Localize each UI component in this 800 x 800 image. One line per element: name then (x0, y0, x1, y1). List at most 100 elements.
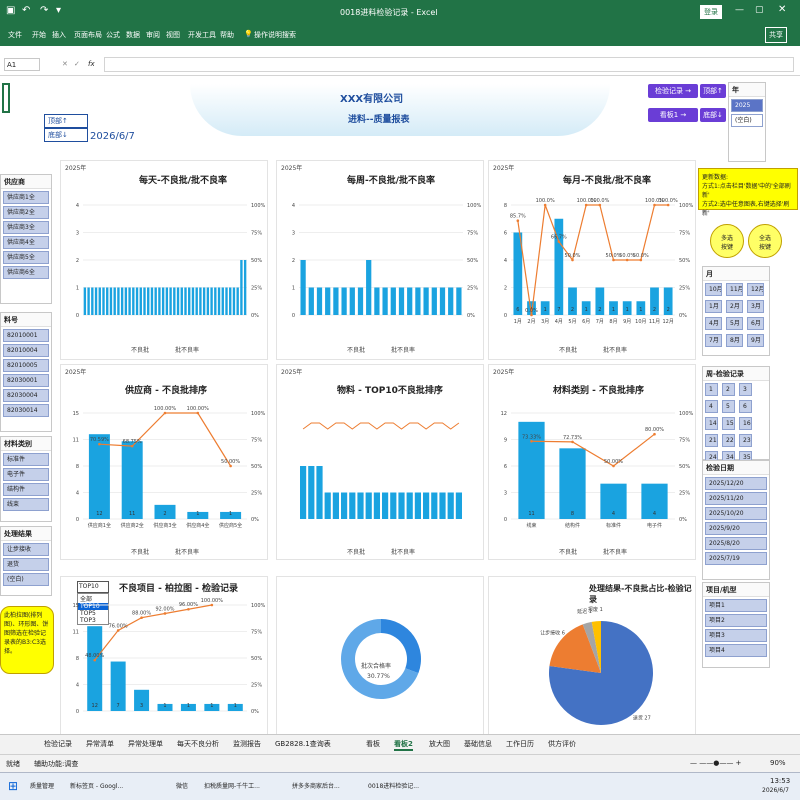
week-item[interactable]: 15 (722, 417, 735, 430)
bar[interactable] (300, 466, 307, 519)
rate-point[interactable] (530, 313, 533, 317)
bar[interactable] (154, 287, 157, 316)
bar[interactable] (150, 287, 154, 316)
week-item[interactable]: 6 (739, 400, 752, 413)
project-item[interactable]: 项目1 (705, 599, 767, 612)
chart-daily[interactable]: 2025年 每天-不良批/批不良率 0 0% 1 25% 2 50% 3 75% 4 100% 不… (60, 160, 268, 360)
sheet-tab[interactable]: 放大图 (429, 739, 450, 749)
zoom-slider[interactable]: — ——●—— + (690, 759, 741, 767)
taskbar-app[interactable]: 质量管理 (30, 781, 54, 790)
close-icon[interactable]: ✕ (778, 4, 786, 15)
rate-point[interactable] (516, 219, 520, 223)
bar[interactable] (165, 287, 169, 316)
sheet-tab[interactable]: 工作日历 (506, 739, 534, 749)
inspection-record-button[interactable]: 检验记录 → (648, 84, 698, 98)
bar[interactable] (349, 492, 356, 520)
sheet-tab[interactable]: 异常处理单 (128, 739, 163, 749)
bar[interactable] (161, 287, 165, 316)
bar[interactable] (316, 287, 323, 316)
rate-point[interactable] (140, 616, 143, 620)
chart-supplier[interactable]: 2025年 供应商 - 不良批排序 0 0% 4 25% 8 50% 11 75% 15 100%… (60, 364, 268, 560)
bar[interactable] (243, 260, 247, 315)
bar[interactable] (87, 287, 90, 316)
material-item[interactable]: 82010004 (3, 344, 49, 357)
rate-point[interactable] (130, 444, 134, 448)
rate-point[interactable] (557, 240, 561, 243)
chart-category[interactable]: 2025年 材料类别 - 不良批排序 0 0% 3 25% 6 50% 9 75% 12 100%… (488, 364, 696, 560)
project-item[interactable]: 项目3 (705, 629, 767, 642)
fx-icon[interactable]: fx (88, 60, 95, 68)
start-icon[interactable]: ⊞ (8, 779, 18, 793)
week-item[interactable]: 23 (739, 434, 752, 447)
bar[interactable] (135, 287, 139, 316)
process-item[interactable]: (空白) (3, 573, 49, 586)
bar[interactable] (456, 287, 462, 316)
bar[interactable] (300, 260, 306, 315)
ribbon-tab-help[interactable]: 帮助 (220, 30, 234, 40)
date-item[interactable]: 2025/10/20 (705, 507, 767, 520)
rate-point[interactable] (196, 411, 200, 415)
bar[interactable] (439, 492, 446, 520)
year-blank[interactable]: (空白) (731, 114, 763, 127)
ribbon-tab-formulas[interactable]: 公式 (106, 30, 120, 40)
bar[interactable] (398, 492, 405, 520)
bar[interactable] (169, 287, 172, 316)
rate-point[interactable] (163, 411, 167, 415)
bar[interactable] (448, 287, 454, 316)
rate-point[interactable] (598, 203, 602, 207)
rate-point[interactable] (116, 629, 120, 632)
bar[interactable] (374, 287, 380, 316)
rate-point[interactable] (653, 432, 656, 436)
bar[interactable] (113, 287, 116, 316)
taskbar-app[interactable]: 拼多多商家后台... (292, 781, 340, 790)
bar[interactable] (124, 287, 128, 316)
rate-point[interactable] (93, 658, 97, 662)
month-item[interactable]: 3月 (747, 300, 764, 313)
project-item[interactable]: 项目2 (705, 614, 767, 627)
bar[interactable] (191, 287, 195, 316)
rate-point[interactable] (530, 439, 533, 443)
material-item[interactable]: 82010005 (3, 359, 49, 372)
nav-bottom-button[interactable]: 底部↓ (700, 108, 726, 122)
bar[interactable] (366, 260, 372, 315)
bar[interactable] (415, 287, 421, 316)
month-item[interactable]: 2月 (726, 300, 743, 313)
ribbon-tab-review[interactable]: 审阅 (146, 30, 160, 40)
supplier-item[interactable]: 供应商6全 (3, 266, 49, 279)
bar[interactable] (143, 287, 146, 316)
bar[interactable] (455, 492, 462, 520)
accessibility-status[interactable]: 辅助功能:调查 (34, 759, 78, 769)
week-item[interactable]: 21 (705, 434, 718, 447)
material-item[interactable]: 82030004 (3, 389, 49, 402)
bar[interactable] (332, 492, 339, 520)
month-item[interactable]: 7月 (705, 334, 722, 347)
chart-pass-rate[interactable]: 批次合格率 30.77% (276, 576, 484, 736)
bar[interactable] (308, 287, 314, 316)
rate-point[interactable] (653, 203, 656, 207)
rate-point[interactable] (612, 464, 615, 468)
bar[interactable] (229, 287, 232, 316)
bar[interactable] (83, 287, 87, 316)
taskbar-app[interactable]: 新标签页 - Googl... (70, 781, 123, 790)
month-item[interactable]: 1月 (705, 300, 722, 313)
bar[interactable] (414, 492, 421, 520)
month-item[interactable]: 8月 (726, 334, 743, 347)
bar[interactable] (439, 287, 446, 316)
sheet-tab[interactable]: 看板 (366, 739, 380, 749)
year-2025[interactable]: 2025 (731, 99, 763, 112)
month-item[interactable]: 5月 (726, 317, 743, 330)
sheet-tab[interactable]: 检验记录 (44, 739, 72, 749)
bar[interactable] (206, 287, 210, 316)
bar[interactable] (188, 287, 191, 316)
sheet-tab[interactable]: GB2828.1查询表 (275, 739, 331, 749)
ribbon-tab-layout[interactable]: 页面布局 (74, 30, 102, 40)
rate-point[interactable] (571, 440, 574, 444)
bar[interactable] (221, 287, 224, 316)
bar[interactable] (365, 492, 372, 520)
ribbon-tab-view[interactable]: 视图 (166, 30, 180, 40)
material-item[interactable]: 82010001 (3, 329, 49, 342)
ribbon-tab-developer[interactable]: 开发工具 (188, 30, 216, 40)
month-item[interactable]: 4月 (705, 317, 722, 330)
month-item[interactable]: 10月 (705, 283, 722, 296)
formula-input[interactable] (104, 57, 794, 72)
